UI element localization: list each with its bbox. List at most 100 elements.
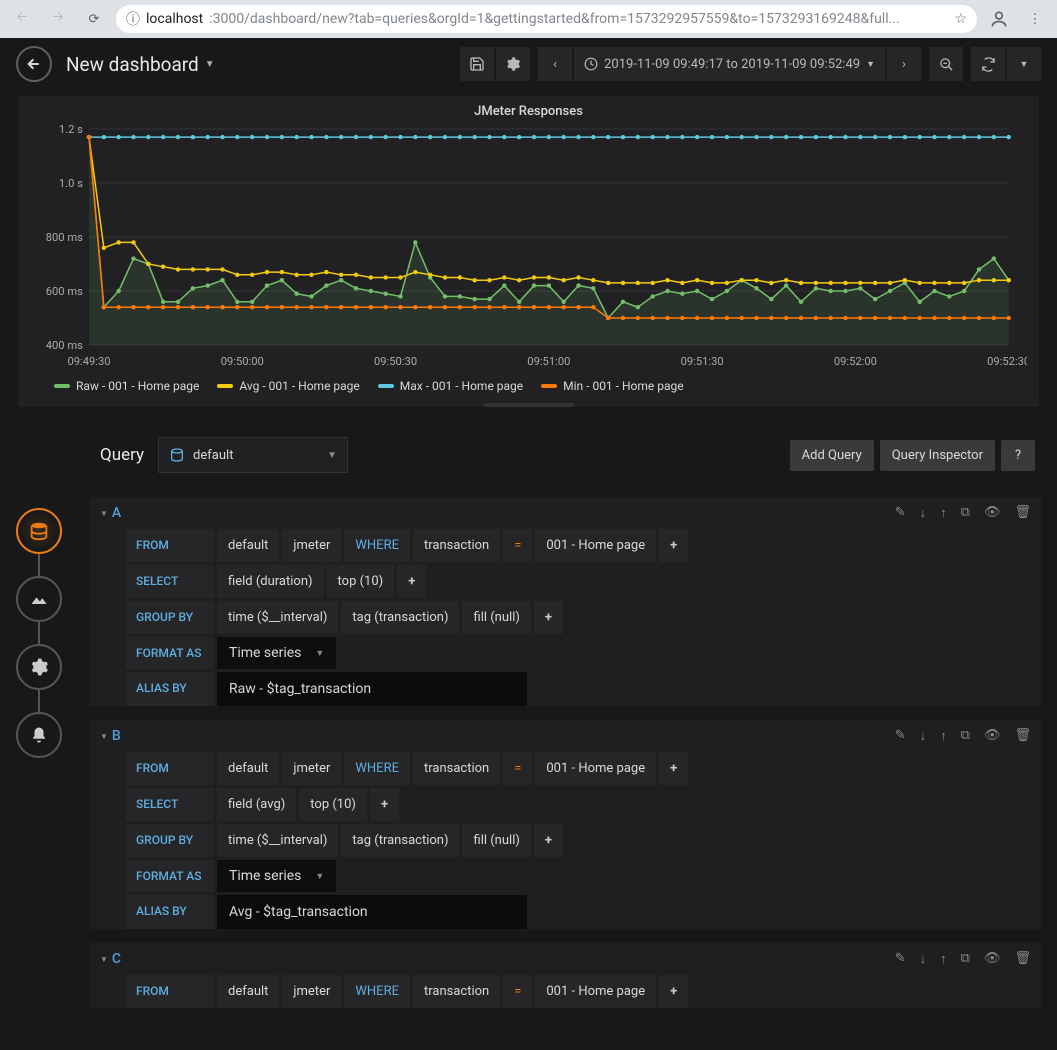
delete-icon[interactable]: 🗑 [1014,951,1031,967]
select-agg[interactable]: top (10) [299,788,367,821]
where-tag-value[interactable]: 001 - Home page [535,975,656,1008]
add-select-button[interactable]: + [370,788,399,821]
browser-forward-button[interactable]: 🡢 [44,5,72,33]
panel-resize-handle[interactable] [484,403,574,407]
refresh-dropdown[interactable]: ▼ [1007,47,1041,81]
browser-menu-button[interactable]: ⋮ [1021,5,1049,33]
from-policy[interactable]: default [217,975,279,1008]
toggle-visibility-icon[interactable]: 👁 [984,505,1001,521]
add-group-button[interactable]: + [534,824,563,857]
move-up-icon[interactable]: ↑ [940,505,947,521]
zoom-out-button[interactable] [929,47,963,81]
add-where-button[interactable]: + [659,752,688,785]
help-button[interactable]: ? [1001,440,1035,471]
toggle-visibility-icon[interactable]: 👁 [984,951,1001,967]
legend-item[interactable]: Min - 001 - Home page [541,379,683,393]
tab-general[interactable] [16,644,62,690]
time-range-picker[interactable]: 2019-11-09 09:49:17 to 2019-11-09 09:52:… [574,47,885,81]
move-down-icon[interactable]: ↓ [920,951,927,967]
chart-area[interactable]: 400 ms600 ms800 ms1.0 s1.2 s09:49:3009:5… [30,123,1027,373]
add-select-button[interactable]: + [397,565,426,598]
browser-toolbar: 🡠 🡢 ⟳ ⓘ localhost:3000/dashboard/new?tab… [0,0,1057,38]
chevron-down-icon: ▼ [866,59,875,70]
query-letter: ▼ B [100,728,121,744]
duplicate-icon[interactable]: ⧉ [961,951,970,967]
from-policy[interactable]: default [217,529,279,562]
time-prev-button[interactable]: ‹ [538,47,572,81]
svg-text:600 ms: 600 ms [46,285,83,298]
move-up-icon[interactable]: ↑ [940,728,947,744]
save-button[interactable] [460,47,494,81]
select-agg[interactable]: top (10) [327,565,395,598]
legend-item[interactable]: Max - 001 - Home page [378,379,523,393]
browser-url-bar[interactable]: ⓘ localhost:3000/dashboard/new?tab=queri… [116,5,977,33]
format-label: FORMAT AS [126,860,214,892]
where-tag-key[interactable]: transaction [413,975,500,1008]
where-tag-key[interactable]: transaction [413,752,500,785]
alias-input[interactable] [217,672,527,706]
back-button[interactable] [16,46,52,82]
format-select[interactable]: Time series▼ [217,860,336,892]
datasource-picker[interactable]: default ▼ [158,437,348,473]
add-group-button[interactable]: + [534,601,563,634]
legend-item[interactable]: Raw - 001 - Home page [54,379,199,393]
alias-label: ALIAS BY [126,672,214,706]
browser-back-button[interactable]: 🡠 [8,5,36,33]
svg-text:09:51:30: 09:51:30 [681,355,724,368]
query-header[interactable]: ▼ C ✎ ↓ ↑ ⧉ 👁 🗑 [90,943,1041,975]
query-editor-header: Query default ▼ Add Query Query Inspecto… [90,431,1045,479]
edit-icon[interactable]: ✎ [895,505,906,521]
delete-icon[interactable]: 🗑 [1014,505,1031,521]
legend-item[interactable]: Avg - 001 - Home page [217,379,359,393]
tab-alert[interactable] [16,712,62,758]
from-measurement[interactable]: jmeter [282,975,341,1008]
alias-input[interactable] [217,895,527,929]
settings-button[interactable] [496,47,530,81]
where-operator[interactable]: = [503,975,532,1008]
database-icon [169,447,185,463]
browser-profile-button[interactable] [985,5,1013,33]
add-query-button[interactable]: Add Query [790,440,874,471]
move-up-icon[interactable]: ↑ [940,951,947,967]
group-fill[interactable]: fill (null) [462,824,530,857]
move-down-icon[interactable]: ↓ [920,728,927,744]
format-select[interactable]: Time series▼ [217,637,336,669]
svg-text:1.2 s: 1.2 s [59,123,83,136]
where-tag-key[interactable]: transaction [413,529,500,562]
group-tag[interactable]: tag (transaction) [341,824,459,857]
select-field[interactable]: field (avg) [217,788,296,821]
add-where-button[interactable]: + [659,529,688,562]
add-where-button[interactable]: + [659,975,688,1008]
where-tag-value[interactable]: 001 - Home page [535,529,656,562]
where-operator[interactable]: = [503,752,532,785]
duplicate-icon[interactable]: ⧉ [961,505,970,521]
delete-icon[interactable]: 🗑 [1014,728,1031,744]
toggle-visibility-icon[interactable]: 👁 [984,728,1001,744]
group-tag[interactable]: tag (transaction) [341,601,459,634]
group-fill[interactable]: fill (null) [462,601,530,634]
query-actions: ✎ ↓ ↑ ⧉ 👁 🗑 [895,728,1031,744]
duplicate-icon[interactable]: ⧉ [961,728,970,744]
tab-visualization[interactable] [16,576,62,622]
time-next-button[interactable]: › [887,47,921,81]
group-time[interactable]: time ($__interval) [217,601,338,634]
refresh-button[interactable] [971,47,1005,81]
from-label: FROM [126,529,214,562]
move-down-icon[interactable]: ↓ [920,505,927,521]
where-operator[interactable]: = [503,529,532,562]
star-icon[interactable]: ☆ [954,11,967,27]
from-policy[interactable]: default [217,752,279,785]
tab-queries[interactable] [16,508,62,554]
select-field[interactable]: field (duration) [217,565,324,598]
query-header[interactable]: ▼ A ✎ ↓ ↑ ⧉ 👁 🗑 [90,497,1041,529]
from-measurement[interactable]: jmeter [282,752,341,785]
query-header[interactable]: ▼ B ✎ ↓ ↑ ⧉ 👁 🗑 [90,720,1041,752]
edit-icon[interactable]: ✎ [895,951,906,967]
from-measurement[interactable]: jmeter [282,529,341,562]
browser-reload-button[interactable]: ⟳ [80,5,108,33]
group-time[interactable]: time ($__interval) [217,824,338,857]
dashboard-title[interactable]: New dashboard ▼ [66,53,215,76]
edit-icon[interactable]: ✎ [895,728,906,744]
where-tag-value[interactable]: 001 - Home page [535,752,656,785]
query-inspector-button[interactable]: Query Inspector [880,440,995,471]
